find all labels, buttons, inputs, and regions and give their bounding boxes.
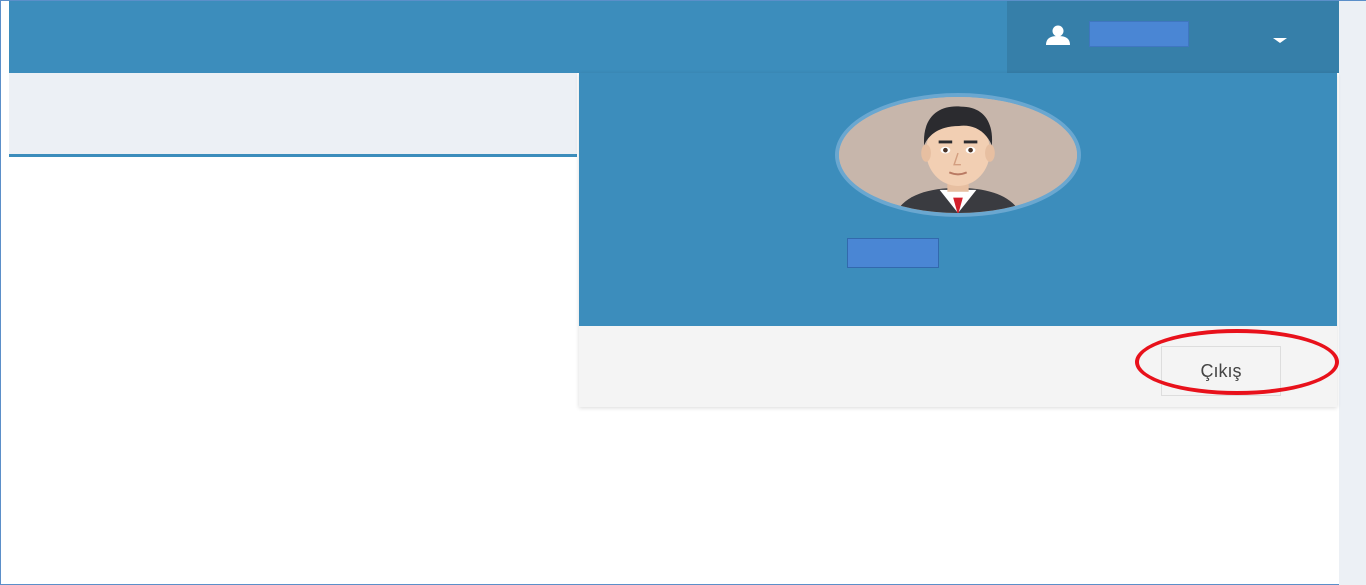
app-window: Çıkış [0, 0, 1366, 585]
username-redacted [1089, 21, 1189, 47]
content-header [9, 73, 577, 157]
user-footer: Çıkış [579, 326, 1337, 407]
avatar [835, 93, 1081, 217]
user-header [579, 73, 1337, 326]
caret-down-icon[interactable] [1273, 38, 1287, 43]
avatar-image [839, 97, 1077, 213]
top-navbar [9, 1, 1339, 73]
right-edge-panel [1339, 1, 1366, 585]
profile-name-redacted [847, 238, 939, 268]
logout-button[interactable]: Çıkış [1161, 346, 1281, 396]
content-divider [9, 154, 577, 157]
user-menu-toggle[interactable] [1007, 1, 1339, 73]
user-dropdown-menu: Çıkış [579, 73, 1337, 407]
user-icon [1046, 25, 1070, 45]
